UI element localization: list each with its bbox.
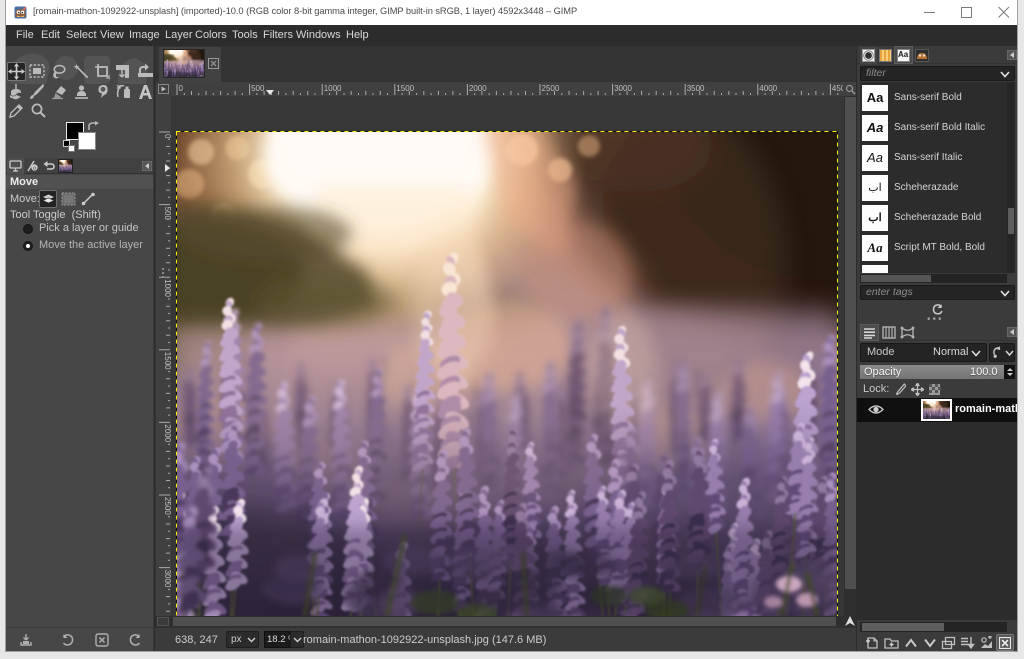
svg-text:3000: 3000 bbox=[163, 570, 171, 588]
svg-text:500: 500 bbox=[251, 84, 265, 93]
svg-text:1000: 1000 bbox=[324, 84, 342, 93]
svg-text:500: 500 bbox=[163, 207, 171, 221]
svg-text:0: 0 bbox=[179, 84, 184, 93]
svg-text:1500: 1500 bbox=[396, 84, 414, 93]
svg-text:3500: 3500 bbox=[687, 84, 705, 93]
svg-text:o: o bbox=[33, 166, 36, 172]
svg-text:2500: 2500 bbox=[542, 84, 560, 93]
svg-text:2500: 2500 bbox=[163, 497, 171, 515]
svg-text:1500: 1500 bbox=[163, 352, 171, 370]
svg-text:3000: 3000 bbox=[614, 84, 632, 93]
svg-text:2000: 2000 bbox=[469, 84, 487, 93]
svg-text:0: 0 bbox=[163, 134, 171, 139]
svg-text:4000: 4000 bbox=[759, 84, 777, 93]
svg-text:2000: 2000 bbox=[163, 424, 171, 442]
svg-text:1000: 1000 bbox=[163, 279, 171, 297]
